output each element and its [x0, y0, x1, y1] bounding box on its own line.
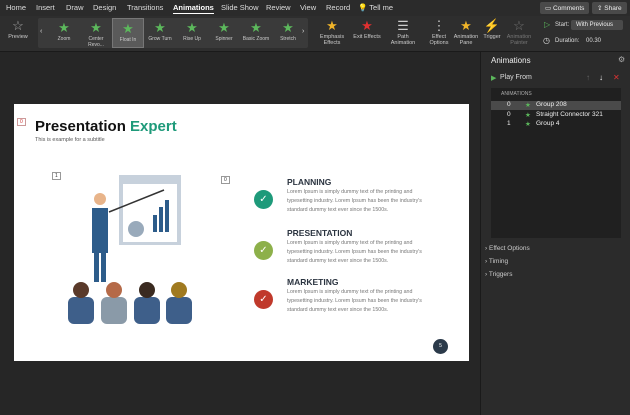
- tell-me[interactable]: 💡 Tell me: [358, 3, 393, 12]
- star-icon: ★: [361, 18, 373, 33]
- page-number-badge: 5: [433, 339, 448, 354]
- animation-tag: 0: [221, 176, 230, 184]
- presentation-heading[interactable]: PRESENTATION: [287, 228, 352, 238]
- marketing-text[interactable]: Lorem Ipsum is simply dummy text of the …: [287, 288, 427, 315]
- star-icon: ★: [218, 20, 230, 35]
- effect-zoom[interactable]: ★ Zoom: [48, 18, 80, 48]
- slide-title[interactable]: Presentation Expert: [35, 118, 177, 135]
- path-animation-button[interactable]: ☰ Path Animation: [386, 18, 420, 46]
- clock-icon: ◷: [543, 36, 550, 45]
- tab-draw[interactable]: Draw: [66, 3, 84, 12]
- path-icon: ☰: [397, 18, 409, 33]
- effect-grow-turn[interactable]: ★ Grow Turn: [144, 18, 176, 48]
- star-icon: ★: [525, 102, 531, 109]
- play-icon: ▷: [544, 20, 551, 29]
- planning-heading[interactable]: PLANNING: [287, 177, 331, 187]
- move-up-icon[interactable]: ↑: [586, 73, 590, 82]
- start-label: Start:: [555, 22, 570, 28]
- star-icon: ★: [154, 20, 166, 35]
- emphasis-effects-button[interactable]: ★ Emphasis Effects: [316, 18, 348, 46]
- star-icon: ★: [250, 20, 262, 35]
- effect-rise-up[interactable]: ★ Rise Up: [176, 18, 208, 48]
- timing-section[interactable]: › Timing: [485, 258, 508, 265]
- tab-animations[interactable]: Animations: [173, 3, 214, 14]
- tab-home[interactable]: Home: [6, 3, 26, 12]
- start-select[interactable]: With Previous: [571, 20, 623, 30]
- ribbon: ☆ Preview ‹ ★ Zoom ★ Center Revo... ★ Float …: [0, 16, 630, 52]
- tab-insert[interactable]: Insert: [36, 3, 55, 12]
- share-button[interactable]: ⇪ Share: [592, 2, 627, 14]
- effects-gallery: ‹ ★ Zoom ★ Center Revo... ★ Float In ★ Grow …: [38, 18, 308, 48]
- presentation-text[interactable]: Lorem Ipsum is simply dummy text of the …: [287, 239, 427, 266]
- tab-design[interactable]: Design: [93, 3, 116, 12]
- comment-icon: ▭: [545, 5, 553, 12]
- slide-canvas[interactable]: 0 Presentation Expert This is example fo…: [14, 104, 469, 361]
- effect-stretch[interactable]: ★ Stretch: [272, 18, 304, 48]
- preview-button[interactable]: ☆ Preview: [4, 18, 32, 40]
- play-from-button[interactable]: Play From: [500, 74, 532, 81]
- animation-row[interactable]: 1 ★ Group 4: [491, 120, 621, 129]
- star-pane-icon: ★: [460, 18, 472, 33]
- tab-record[interactable]: Record: [326, 3, 350, 12]
- tab-slide-show[interactable]: Slide Show: [221, 3, 259, 12]
- trigger-button[interactable]: ⚡ Trigger: [480, 18, 504, 40]
- star-icon: ★: [282, 20, 294, 35]
- effect-options-button[interactable]: ⋮ Effect Options: [426, 18, 452, 46]
- animation-list: ANIMATIONS 0 ★ Group 208 0 ★ Straight Connec…: [491, 88, 621, 238]
- lightbulb-icon: 💡: [358, 3, 368, 12]
- slide-subtitle[interactable]: This is example for a subtitle: [35, 137, 105, 143]
- list-header: ANIMATIONS: [501, 91, 532, 97]
- effect-options-section[interactable]: › Effect Options: [485, 245, 530, 252]
- animation-row[interactable]: 0 ★ Group 208: [491, 101, 621, 110]
- duration-label: Duration:: [555, 38, 580, 44]
- triggers-section[interactable]: › Triggers: [485, 271, 512, 278]
- check-icon: ✓: [254, 190, 273, 209]
- animation-pane-button[interactable]: ★ Animation Pane: [452, 18, 480, 46]
- check-icon: ✓: [254, 241, 273, 260]
- star-outline-icon: ☆: [513, 18, 525, 33]
- star-icon: ★: [122, 21, 134, 36]
- effect-center-revolve[interactable]: ★ Center Revo...: [80, 18, 112, 48]
- pane-title: Animations: [491, 56, 531, 65]
- effect-float-in[interactable]: ★ Float In: [112, 18, 144, 48]
- tab-review[interactable]: Review: [266, 3, 291, 12]
- duration-input[interactable]: 00.30: [586, 38, 601, 44]
- options-icon: ⋮: [432, 18, 446, 33]
- settings-icon[interactable]: ⚙: [618, 55, 625, 64]
- animation-tag: 1: [52, 172, 61, 180]
- star-icon: ★: [90, 20, 102, 35]
- presenter-illustration: [68, 175, 192, 324]
- planning-text[interactable]: Lorem Ipsum is simply dummy text of the …: [287, 188, 427, 215]
- ribbon-tabs: Home Insert Draw Design Transitions Anim…: [0, 0, 630, 16]
- lightning-icon: ⚡: [483, 18, 501, 33]
- scroll-left-icon[interactable]: ‹: [40, 28, 42, 35]
- marketing-heading[interactable]: MARKETING: [287, 277, 338, 287]
- move-down-icon[interactable]: ↓: [599, 73, 603, 82]
- tab-view[interactable]: View: [300, 3, 316, 12]
- exit-effects-button[interactable]: ★ Exit Effects: [353, 18, 381, 40]
- animation-pane: Animations ⚙ ▶ Play From ↑ ↓ ✕ ANIMATION…: [480, 52, 630, 415]
- star-outline-icon: ☆: [12, 18, 24, 33]
- play-icon: ▶: [491, 75, 497, 82]
- star-icon: ★: [186, 20, 198, 35]
- tab-transitions[interactable]: Transitions: [127, 3, 163, 12]
- animation-painter-button[interactable]: ☆ Animation Painter: [504, 18, 534, 46]
- delete-icon[interactable]: ✕: [613, 73, 620, 82]
- check-icon: ✓: [254, 290, 273, 309]
- animation-row[interactable]: 0 ★ Straight Connector 321: [491, 111, 621, 120]
- animation-tag: 0: [17, 118, 26, 126]
- star-icon: ★: [525, 112, 531, 119]
- effect-basic-zoom[interactable]: ★ Basic Zoom: [240, 18, 272, 48]
- scroll-right-icon[interactable]: ›: [302, 28, 304, 35]
- effect-spinner[interactable]: ★ Spinner: [208, 18, 240, 48]
- star-icon: ★: [525, 121, 531, 128]
- star-icon: ★: [326, 18, 338, 33]
- comments-button[interactable]: ▭ Comments: [540, 2, 590, 14]
- star-icon: ★: [58, 20, 70, 35]
